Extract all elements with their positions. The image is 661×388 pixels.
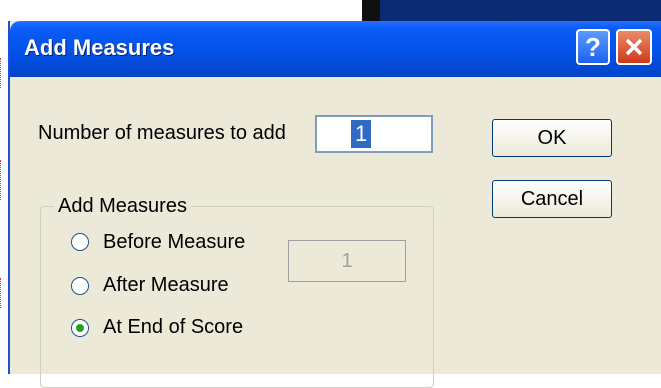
group-legend: Add Measures: [54, 195, 191, 218]
background-marker: [0, 278, 7, 308]
before-measure-label: Before Measure: [103, 231, 246, 253]
at-end-of-score-label: At End of Score: [103, 316, 244, 338]
background-window: [380, 0, 661, 22]
at-end-of-score-radio[interactable]: [71, 319, 89, 337]
help-icon: ?: [585, 31, 601, 62]
ok-button[interactable]: OK: [492, 119, 612, 157]
background-marker: [0, 58, 7, 88]
after-measure-label: After Measure: [103, 274, 229, 296]
cancel-button[interactable]: Cancel: [492, 180, 612, 218]
number-of-measures-value: 1: [351, 120, 372, 148]
before-measure-radio[interactable]: [71, 233, 89, 251]
close-icon: [625, 38, 643, 56]
dialog-title: Add Measures: [24, 35, 175, 60]
number-of-measures-label: Number of measures to add: [38, 122, 286, 144]
help-button[interactable]: ?: [576, 29, 610, 65]
after-measure-radio[interactable]: [71, 277, 89, 295]
add-measures-dialog: Add Measures ? Number of measures to add…: [8, 21, 661, 388]
titlebar: Add Measures ?: [10, 21, 661, 77]
number-of-measures-input[interactable]: 1: [315, 115, 433, 153]
close-button[interactable]: [616, 29, 652, 65]
background-dark-tab: [362, 0, 380, 22]
background-marker: [0, 160, 7, 200]
measure-number-field: 1: [288, 240, 406, 282]
